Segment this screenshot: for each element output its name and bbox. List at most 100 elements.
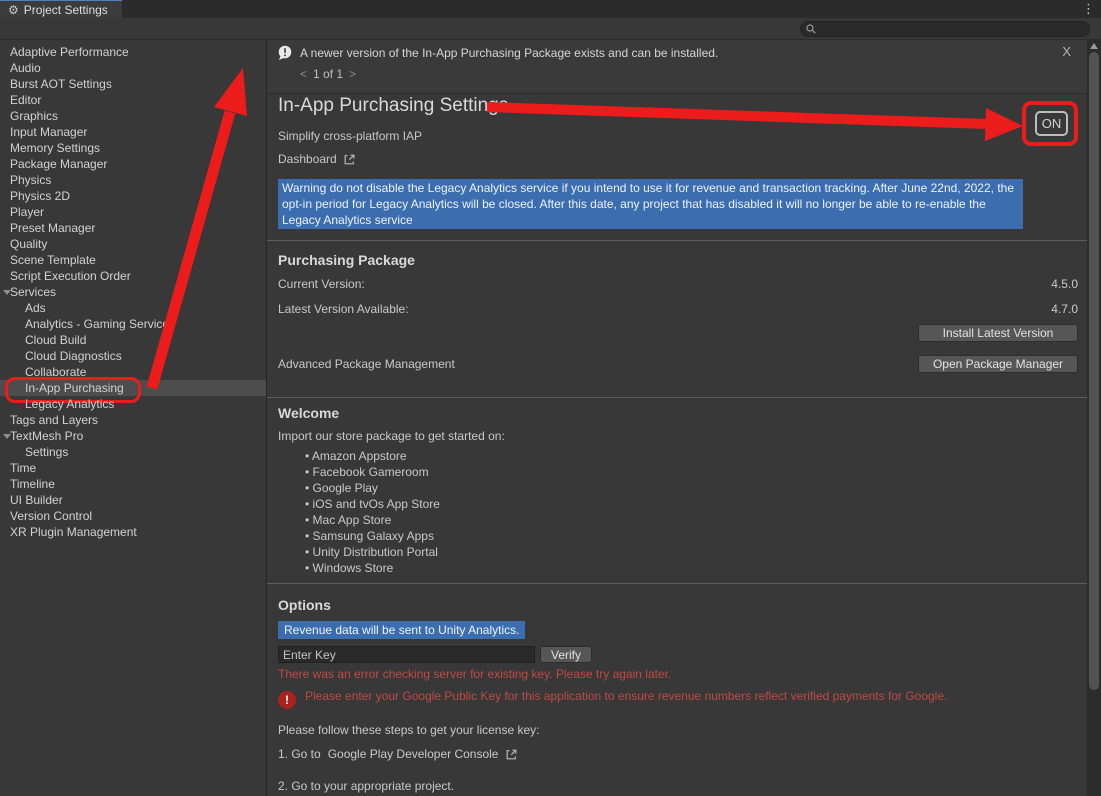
- sidebar-item-legacy-analytics[interactable]: Legacy Analytics: [0, 396, 266, 412]
- section-divider: [267, 240, 1087, 241]
- sidebar-item-physics-2d[interactable]: Physics 2D: [0, 188, 266, 204]
- sidebar-item-package-manager[interactable]: Package Manager: [0, 156, 266, 172]
- sidebar-item-scene-template[interactable]: Scene Template: [0, 252, 266, 268]
- verify-button[interactable]: Verify: [540, 646, 592, 663]
- sidebar-item-label: Package Manager: [10, 157, 107, 171]
- sidebar-item-cloud-build[interactable]: Cloud Build: [0, 332, 266, 348]
- sidebar-item-label: Services: [10, 285, 56, 299]
- sidebar-item-label: Analytics - Gaming Services: [25, 317, 175, 331]
- latest-version-label: Latest Version Available:: [278, 302, 409, 316]
- sidebar-item-label: Physics: [10, 173, 51, 187]
- toolbar: [0, 18, 1101, 40]
- error-icon: !: [278, 691, 296, 709]
- sidebar-item-label: TextMesh Pro: [10, 429, 83, 443]
- key-input[interactable]: [278, 646, 535, 663]
- section-divider: [267, 583, 1087, 584]
- dashboard-link-label: Dashboard: [278, 152, 337, 166]
- notification-pager: < 1 of 1 >: [300, 67, 356, 81]
- sidebar-item-label: Cloud Build: [25, 333, 86, 347]
- sidebar-item-tags-and-layers[interactable]: Tags and Layers: [0, 412, 266, 428]
- settings-content: A newer version of the In-App Purchasing…: [267, 40, 1087, 796]
- sidebar-item-label: Preset Manager: [10, 221, 95, 235]
- sidebar-item-ads[interactable]: Ads: [0, 300, 266, 316]
- sidebar-item-label: Physics 2D: [10, 189, 70, 203]
- sidebar-item-burst-aot-settings[interactable]: Burst AOT Settings: [0, 76, 266, 92]
- pager-prev-icon[interactable]: <: [300, 67, 307, 81]
- iap-on-toggle-button[interactable]: ON: [1035, 111, 1068, 136]
- sidebar-item-script-execution-order[interactable]: Script Execution Order: [0, 268, 266, 284]
- sidebar-item-physics[interactable]: Physics: [0, 172, 266, 188]
- store-list-item: Windows Store: [305, 560, 1078, 576]
- sidebar-item-label: Editor: [10, 93, 41, 107]
- close-icon[interactable]: X: [1062, 44, 1071, 59]
- welcome-heading: Welcome: [278, 405, 1078, 421]
- pager-label: 1 of 1: [313, 67, 343, 81]
- sidebar-item-label: Tags and Layers: [10, 413, 98, 427]
- foldout-caret-icon[interactable]: [3, 290, 11, 295]
- sidebar-item-in-app-purchasing[interactable]: In-App Purchasing: [0, 380, 266, 396]
- install-latest-version-button[interactable]: Install Latest Version: [918, 324, 1078, 342]
- key-entry-row: Verify: [278, 646, 1078, 663]
- sidebar-item-collaborate[interactable]: Collaborate: [0, 364, 266, 380]
- vertical-scrollbar[interactable]: [1087, 40, 1101, 796]
- store-list-item: Google Play: [305, 480, 1078, 496]
- sidebar-item-time[interactable]: Time: [0, 460, 266, 476]
- options-heading: Options: [278, 597, 1078, 613]
- sidebar-item-adaptive-performance[interactable]: Adaptive Performance: [0, 44, 266, 60]
- sidebar-item-label: Audio: [10, 61, 41, 75]
- external-link-icon: [343, 153, 356, 166]
- settings-sidebar: Adaptive Performance Audio Burst AOT Set…: [0, 40, 267, 796]
- welcome-intro: Import our store package to get started …: [278, 429, 1078, 443]
- purchasing-package-heading: Purchasing Package: [278, 252, 1078, 268]
- google-key-warning-row: ! Please enter your Google Public Key fo…: [278, 689, 1078, 709]
- sidebar-item-input-manager[interactable]: Input Manager: [0, 124, 266, 140]
- sidebar-item-player[interactable]: Player: [0, 204, 266, 220]
- sidebar-item-ui-builder[interactable]: UI Builder: [0, 492, 266, 508]
- sidebar-item-label: Settings: [25, 445, 68, 459]
- step1-prefix: 1. Go to: [278, 747, 321, 761]
- store-list-item: Mac App Store: [305, 512, 1078, 528]
- sidebar-item-editor[interactable]: Editor: [0, 92, 266, 108]
- sidebar-item-label: Scene Template: [10, 253, 96, 267]
- sidebar-item-settings[interactable]: Settings: [0, 444, 266, 460]
- sidebar-item-label: Timeline: [10, 477, 55, 491]
- sidebar-item-xr-plugin-management[interactable]: XR Plugin Management: [0, 524, 266, 540]
- license-step-1: 1. Go to Google Play Developer Console: [278, 747, 1078, 761]
- dashboard-link[interactable]: Dashboard: [278, 152, 1078, 166]
- open-package-manager-button[interactable]: Open Package Manager: [918, 355, 1078, 373]
- search-box[interactable]: [800, 21, 1090, 37]
- legacy-analytics-warning: Warning do not disable the Legacy Analyt…: [278, 179, 1023, 229]
- sidebar-item-label: UI Builder: [10, 493, 63, 507]
- sidebar-item-graphics[interactable]: Graphics: [0, 108, 266, 124]
- current-version-row: Current Version: 4.5.0: [278, 277, 1078, 291]
- foldout-caret-icon[interactable]: [3, 434, 11, 439]
- sidebar-item-audio[interactable]: Audio: [0, 60, 266, 76]
- google-play-console-link[interactable]: Google Play Developer Console: [328, 747, 499, 761]
- sidebar-item-timeline[interactable]: Timeline: [0, 476, 266, 492]
- sidebar-item-label: Script Execution Order: [10, 269, 131, 283]
- license-steps-intro: Please follow these steps to get your li…: [278, 723, 1078, 737]
- sidebar-item-quality[interactable]: Quality: [0, 236, 266, 252]
- scrollbar-thumb[interactable]: [1089, 52, 1099, 690]
- sidebar-item-textmesh-pro[interactable]: TextMesh Pro: [0, 428, 266, 444]
- sidebar-item-label: Burst AOT Settings: [10, 77, 112, 91]
- sidebar-item-services[interactable]: Services: [0, 284, 266, 300]
- sidebar-item-analytics-gaming-services[interactable]: Analytics - Gaming Services: [0, 316, 266, 332]
- external-link-icon: [505, 748, 518, 761]
- license-step-2: 2. Go to your appropriate project.: [278, 779, 1078, 793]
- tab-project-settings[interactable]: ⚙ Project Settings: [0, 0, 122, 18]
- analytics-note-badge: Revenue data will be sent to Unity Analy…: [278, 621, 525, 639]
- scroll-up-icon[interactable]: [1090, 43, 1098, 49]
- sidebar-item-cloud-diagnostics[interactable]: Cloud Diagnostics: [0, 348, 266, 364]
- pager-next-icon[interactable]: >: [349, 67, 356, 81]
- sidebar-item-version-control[interactable]: Version Control: [0, 508, 266, 524]
- kebab-menu-icon[interactable]: ⋮: [1082, 1, 1095, 17]
- sidebar-item-label: Quality: [10, 237, 47, 251]
- sidebar-item-memory-settings[interactable]: Memory Settings: [0, 140, 266, 156]
- title-bar: ⚙ Project Settings ⋮: [0, 0, 1101, 18]
- google-key-warning-text: Please enter your Google Public Key for …: [305, 689, 947, 703]
- search-input[interactable]: [816, 23, 1084, 35]
- sidebar-item-preset-manager[interactable]: Preset Manager: [0, 220, 266, 236]
- page-title: In-App Purchasing Settings: [278, 95, 1078, 117]
- advanced-package-row: Advanced Package Management Open Package…: [278, 355, 1078, 373]
